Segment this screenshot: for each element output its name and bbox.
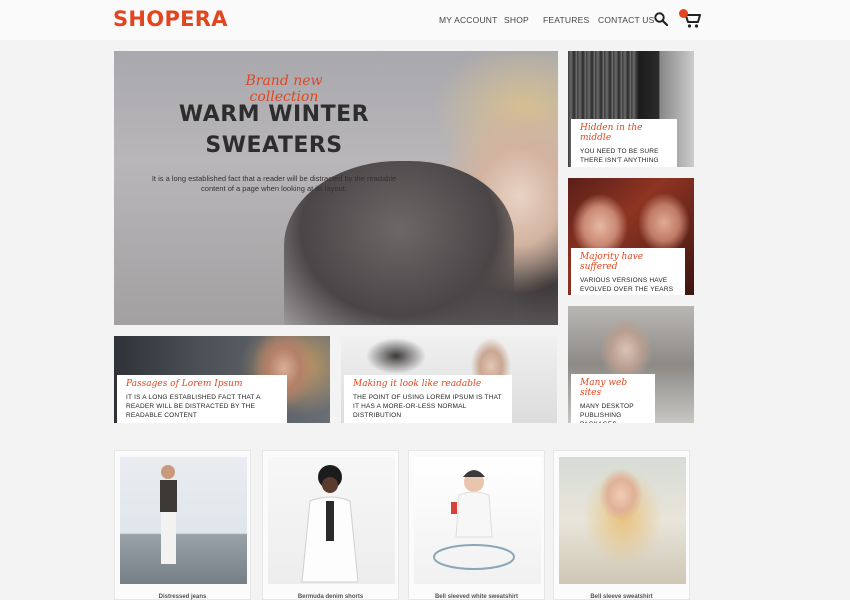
- promo-card-text: MANY DESKTOP PUBLISHING PACKAGES: [580, 403, 634, 423]
- promo-card-label: Many web sites MANY DESKTOP PUBLISHING P…: [571, 374, 655, 423]
- promo-card-kicker: Hidden in the middle: [580, 123, 643, 143]
- promo-card-label: Majority have suffered VARIOUS VERSIONS …: [571, 248, 685, 295]
- promo-card-kicker: Making it look like readable: [353, 379, 482, 389]
- site-header: SHOPERA MY ACCOUNT SHOP FEATURES CONTACT…: [0, 0, 850, 40]
- product-card[interactable]: Distressed jeans: [114, 450, 251, 600]
- promo-card-majority-have-suffered[interactable]: Majority have suffered VARIOUS VERSIONS …: [568, 178, 694, 295]
- nav-features[interactable]: FEATURES: [543, 15, 589, 25]
- promo-card-making-it-look-like-readable[interactable]: Making it look like readable THE POINT O…: [341, 336, 557, 423]
- hero-description: It is a long established fact that a rea…: [151, 174, 397, 193]
- promo-card-text: YOU NEED TO BE SURE THERE ISN'T ANYTHING: [580, 148, 659, 164]
- promo-card-many-web-sites[interactable]: Many web sites MANY DESKTOP PUBLISHING P…: [568, 306, 694, 423]
- promo-card-kicker: Majority have suffered: [580, 252, 644, 272]
- product-name[interactable]: Bermuda denim shorts: [263, 594, 398, 600]
- promo-card-kicker: Many web sites: [580, 378, 628, 398]
- product-name[interactable]: Distressed jeans: [115, 594, 250, 600]
- hero-banner[interactable]: Brand new collection WARM WINTER SWEATER…: [114, 51, 558, 325]
- product-name[interactable]: Bell sleeve sweatshirt: [554, 594, 689, 600]
- nav-contact-us[interactable]: CONTACT US: [598, 15, 654, 25]
- hero-title: WARM WINTER SWEATERS: [154, 99, 394, 161]
- promo-card-text: IT IS A LONG ESTABLISHED FACT THAT A REA…: [126, 394, 261, 419]
- site-logo[interactable]: SHOPERA: [113, 7, 228, 31]
- search-icon[interactable]: [654, 12, 668, 26]
- nav-shop[interactable]: SHOP: [504, 15, 529, 25]
- product-image[interactable]: [414, 457, 541, 584]
- promo-card-label: Making it look like readable THE POINT O…: [344, 375, 512, 423]
- product-image[interactable]: [559, 457, 686, 584]
- promo-card-kicker: Passages of Lorem Ipsum: [126, 379, 243, 389]
- product-image[interactable]: [268, 457, 395, 584]
- product-photo: [160, 465, 177, 564]
- product-card[interactable]: Bermuda denim shorts: [262, 450, 399, 600]
- product-image[interactable]: [120, 457, 247, 584]
- hero-title-line2: SWEATERS: [205, 133, 343, 158]
- product-card[interactable]: Bell sleeved white sweatshirt: [408, 450, 545, 600]
- cart-count-badge: [679, 9, 688, 18]
- promo-card-text: THE POINT OF USING LOREM IPSUM IS THAT I…: [353, 394, 502, 419]
- product-photo: [433, 470, 515, 570]
- promo-card-passages-of-lorem-ipsum[interactable]: Passages of Lorem Ipsum IT IS A LONG EST…: [114, 336, 330, 423]
- promo-card-label: Passages of Lorem Ipsum IT IS A LONG EST…: [117, 375, 287, 423]
- hero-title-line1: WARM WINTER: [178, 102, 370, 127]
- promo-card-text: VARIOUS VERSIONS HAVE EVOLVED OVER THE Y…: [580, 277, 674, 293]
- promo-card-hidden-in-the-middle[interactable]: Hidden in the middle YOU NEED TO BE SURE…: [568, 51, 694, 167]
- product-name[interactable]: Bell sleeved white sweatshirt: [409, 594, 544, 600]
- product-photo: [301, 465, 359, 583]
- product-card[interactable]: Bell sleeve sweatshirt: [553, 450, 690, 600]
- promo-card-label: Hidden in the middle YOU NEED TO BE SURE…: [571, 119, 677, 167]
- nav-my-account[interactable]: MY ACCOUNT: [439, 15, 498, 25]
